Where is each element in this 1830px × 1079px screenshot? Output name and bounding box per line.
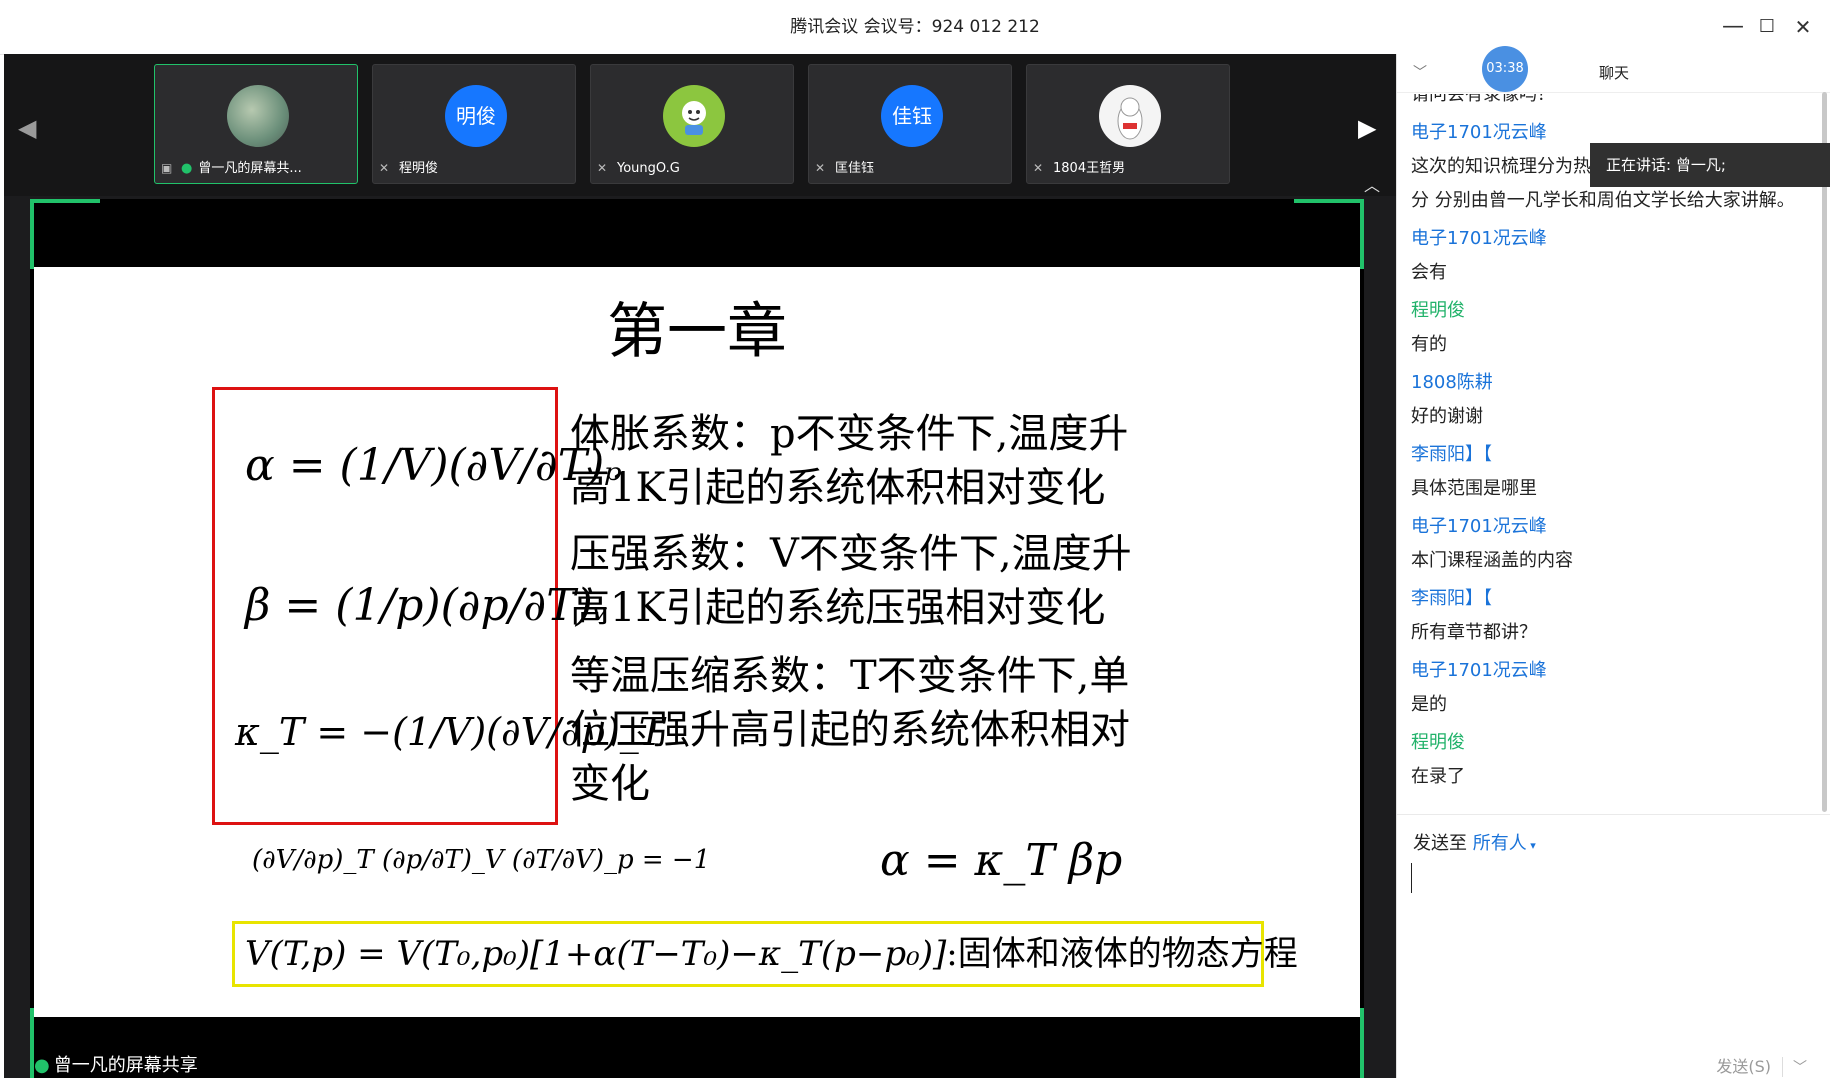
participant-name: 匡佳钰 [835,161,875,176]
microphone-muted-icon: ✕ [597,161,608,175]
send-to-selector[interactable]: 发送至 所有人 ▾ [1413,829,1536,855]
dropdown-arrow-icon[interactable]: ▾ [1527,839,1536,852]
chat-panel: ﹀ 聊天 请问会有录像吗？ 电子1701况云峰 这次的知识梳理分为热学和统计物理… [1396,54,1830,1078]
title-bar: 腾讯会议 会议号：924 012 212 — ☐ ✕ [0,0,1830,55]
message-text: 分 分别由曾一凡学长和周伯文学长给大家讲解。 [1411,190,1795,211]
microphone-on-icon: ● [181,161,193,176]
equation-of-state-box: V(T,p) = V(T₀,p₀)[1+α(T−T₀)−κ_T(p−p₀)]:固… [232,921,1298,987]
chat-message: 1808陈耕 好的谢谢 [1411,366,1811,434]
window-title: 腾讯会议 会议号：924 012 212 [790,17,1040,37]
send-button[interactable]: 发送(S) [1716,1053,1771,1077]
shared-screen: 第一章 α = (1/V)(∂V/∂T)ₚ β = (1/p)(∂p/∂T)ᵥ … [30,199,1364,1078]
chat-message: 程明俊 有的 [1411,294,1811,362]
chat-message: 李雨阳】【 所有章节都讲？ [1411,582,1811,650]
chat-message: 请问会有录像吗？ [1411,94,1811,112]
close-button[interactable]: ✕ [1788,12,1818,42]
avatar [1099,85,1161,147]
message-text: 请问会有录像吗？ [1411,94,1555,105]
share-frame-corner [30,199,34,269]
message-sender: 电子1701况云峰 [1411,660,1547,681]
message-sender: 电子1701况云峰 [1411,516,1547,537]
message-sender: 程明俊 [1411,732,1465,753]
maximize-button[interactable]: ☐ [1752,12,1782,42]
minimize-button[interactable]: — [1718,12,1748,42]
collapse-strip-icon[interactable]: ︿ [1364,172,1380,196]
screen-share-icon: ▣ [161,161,173,175]
microphone-muted-icon: ✕ [379,161,390,175]
microphone-on-icon: ● [34,1055,50,1076]
message-sender: 李雨阳】【 [1411,444,1492,465]
message-text: 是的 [1411,694,1447,715]
message-sender: 程明俊 [1411,300,1465,321]
microphone-muted-icon: ✕ [815,161,826,175]
participant-tile[interactable]: ✕ 1804王哲男 [1026,64,1230,184]
participant-tile[interactable]: 明俊 ✕ 程明俊 [372,64,576,184]
participant-name: YoungO.G [617,161,680,176]
text-caret [1411,863,1412,893]
participant-tile[interactable]: 佳钰 ✕ 匡佳钰 [808,64,1012,184]
eos-text: :固体和液体的物态方程 [946,934,1298,974]
coefficient-formulas-box: α = (1/V)(∂V/∂T)ₚ β = (1/p)(∂p/∂T)ᵥ κ_T … [212,387,664,825]
share-frame-corner [1294,199,1364,203]
participant-name: 1804王哲男 [1053,161,1126,176]
prev-page-arrow-icon[interactable]: ◀ [18,114,36,142]
eos-formula: V(T,p) = V(T₀,p₀)[1+α(T−T₀)−κ_T(p−p₀)] [245,934,947,974]
chat-message: 电子1701况云峰 本门课程涵盖的内容 [1411,510,1811,578]
share-frame-corner [1360,199,1364,269]
send-to-target[interactable]: 所有人 [1473,833,1527,854]
message-text: 具体范围是哪里 [1411,478,1537,499]
message-text: 本门课程涵盖的内容 [1411,550,1573,571]
share-frame-corner [30,199,100,203]
cartoon-avatar-icon [682,101,706,135]
cyclic-identity-formula: (∂V/∂p)_T (∂p/∂T)_V (∂T/∂V)_p = −1 [252,845,711,875]
kappa-description: 等温压缩系数：T不变条件下,单位压强升高引起的系统体积相对变化 [570,653,1130,807]
chat-input[interactable] [1411,861,1811,1031]
avatar [663,85,725,147]
message-text: 会有 [1411,262,1447,283]
message-text: 在录了 [1411,766,1465,787]
message-sender: 电子1701况云峰 [1411,228,1547,249]
message-text: 有的 [1411,334,1447,355]
chat-scrollbar[interactable] [1822,92,1827,812]
chat-message-list[interactable]: 请问会有录像吗？ 电子1701况云峰 这次的知识梳理分为热学和统计物理两部 分 … [1411,94,1811,824]
sharer-label: ● 曾一凡的屏幕共享 [34,1055,198,1076]
message-sender: 李雨阳】【 [1411,588,1492,609]
chat-message: 程明俊 在录了 [1411,726,1811,794]
chat-compose-area: 发送至 所有人 ▾ 发送(S) ﹀ [1397,814,1830,1079]
cat-avatar-icon [1117,97,1143,140]
participant-tile[interactable]: ▣ ● 曾一凡的屏幕共... [154,64,358,184]
next-page-arrow-icon[interactable]: ▶ [1358,114,1376,142]
meeting-stage: ◀ ▣ ● 曾一凡的屏幕共... 明俊 ✕ 程明俊 ✕ YoungO.G 佳钰 ✕ 匡佳钰… [4,54,1396,1078]
alpha-description: 体胀系数：p不变条件下,温度升高1K引起的系统体积相对变化 [570,411,1129,511]
chat-title: 聊天 [1598,64,1629,82]
send-to-label: 发送至 [1413,833,1467,854]
chat-message: 李雨阳】【 具体范围是哪里 [1411,438,1811,506]
avatar [227,85,289,147]
slide-heading: 第一章 [607,297,787,367]
avatar: 明俊 [445,85,507,147]
message-sender: 1808陈耕 [1411,372,1493,393]
chat-message: 电子1701况云峰 是的 [1411,654,1811,722]
meeting-timer: 03:38 [1482,46,1528,92]
coefficient-relation-formula: α = κ_T βp [880,835,1123,886]
speaking-indicator: 正在讲话: 曾一凡; [1590,143,1830,187]
avatar: 佳钰 [881,85,943,147]
beta-description: 压强系数：V不变条件下,温度升高1K引起的系统压强相对变化 [570,531,1132,631]
message-text: 所有章节都讲？ [1411,622,1537,643]
beta-formula: β = (1/p)(∂p/∂T)ᵥ [245,580,610,631]
send-options-chevron-icon[interactable]: ﹀ [1782,1057,1807,1077]
presentation-slide: 第一章 α = (1/V)(∂V/∂T)ₚ β = (1/p)(∂p/∂T)ᵥ … [34,267,1360,1017]
participant-strip: ◀ ▣ ● 曾一凡的屏幕共... 明俊 ✕ 程明俊 ✕ YoungO.G 佳钰 ✕ 匡佳钰… [4,54,1396,196]
participant-tile[interactable]: ✕ YoungO.G [590,64,794,184]
share-frame-corner [1360,1008,1364,1078]
microphone-muted-icon: ✕ [1033,161,1044,175]
participant-name: 程明俊 [399,161,439,176]
chat-message: 电子1701况云峰 会有 [1411,222,1811,290]
participant-name: 曾一凡的屏幕共... [198,161,302,176]
chat-header: ﹀ 聊天 [1397,54,1830,93]
alpha-formula: α = (1/V)(∂V/∂T)ₚ [245,440,622,491]
message-text: 好的谢谢 [1411,406,1483,427]
